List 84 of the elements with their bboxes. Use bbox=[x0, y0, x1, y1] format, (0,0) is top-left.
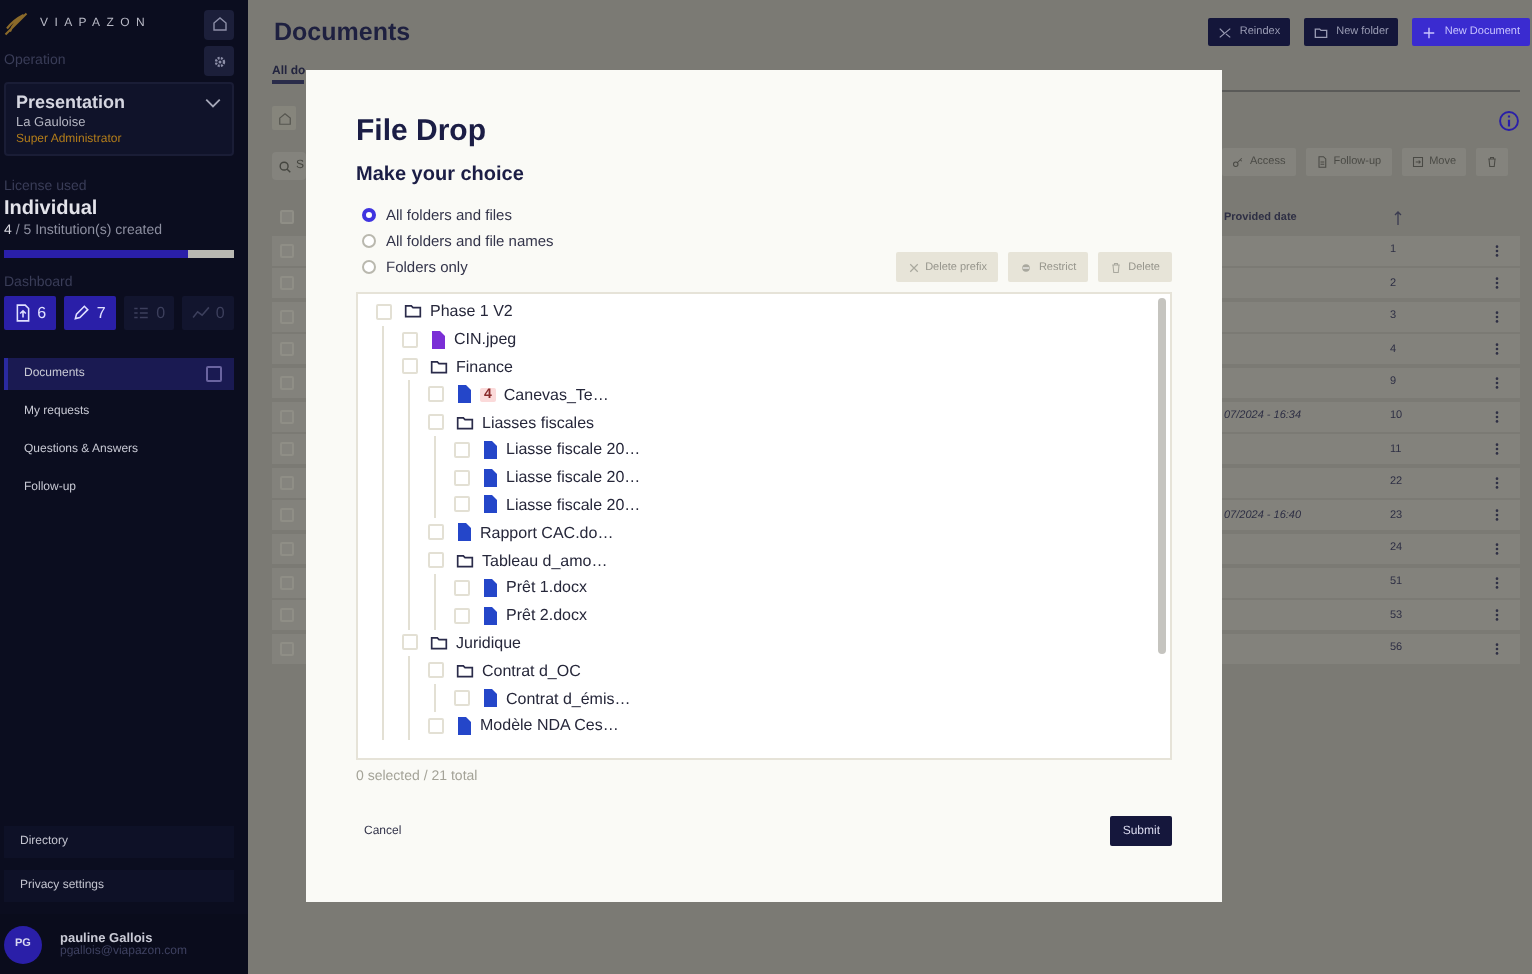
key-icon bbox=[1232, 156, 1244, 168]
folder-icon bbox=[456, 551, 474, 570]
license-plan: Individual bbox=[4, 198, 100, 220]
close-icon bbox=[907, 261, 920, 273]
dashboard-tile[interactable]: 6 bbox=[4, 296, 56, 330]
more-icon bbox=[1490, 276, 1504, 291]
dialog-subtitle: Make your choice bbox=[356, 164, 526, 186]
tree-checkbox[interactable] bbox=[402, 358, 418, 375]
list-icon bbox=[132, 304, 151, 322]
more-icon bbox=[1490, 375, 1504, 390]
page-title: Documents bbox=[274, 18, 413, 46]
tree-checkbox[interactable] bbox=[428, 552, 444, 569]
tree-checkbox[interactable] bbox=[402, 331, 418, 348]
file-name[interactable]: Liasse fiscale 20… bbox=[506, 468, 641, 487]
tree-checkbox[interactable] bbox=[428, 717, 444, 734]
tree-checkbox[interactable] bbox=[454, 496, 470, 513]
search-icon bbox=[278, 159, 292, 173]
reindex-icon bbox=[1217, 25, 1232, 39]
tree-checkbox[interactable] bbox=[428, 386, 444, 403]
folder-icon bbox=[430, 357, 448, 376]
folder-name[interactable]: Tableau d_amo… bbox=[482, 551, 608, 570]
file-name[interactable]: Contrat d_émis… bbox=[506, 689, 631, 708]
trash-icon bbox=[1110, 261, 1123, 273]
tree-checkbox[interactable] bbox=[454, 469, 470, 486]
folder-name[interactable]: Juridique bbox=[456, 633, 521, 652]
file-name[interactable]: Prêt 2.docx bbox=[506, 606, 587, 625]
more-icon bbox=[1490, 508, 1504, 523]
trash-icon bbox=[1486, 156, 1499, 168]
pencil-icon bbox=[72, 304, 91, 322]
more-icon bbox=[1490, 608, 1504, 623]
folder-name[interactable]: Contrat d_OC bbox=[482, 661, 581, 680]
document-icon bbox=[1315, 156, 1328, 168]
folder-name[interactable]: Phase 1 V2 bbox=[430, 302, 513, 321]
breadcrumb-home[interactable] bbox=[272, 106, 296, 130]
folder-name[interactable]: Liasses fiscales bbox=[482, 413, 595, 432]
tree-checkbox[interactable] bbox=[454, 579, 470, 596]
scrollbar[interactable] bbox=[1158, 298, 1166, 654]
settings-icon bbox=[211, 53, 227, 69]
folder-icon bbox=[404, 302, 422, 321]
more-icon bbox=[1490, 641, 1504, 656]
file-name[interactable]: Liasse fiscale 20… bbox=[506, 440, 641, 459]
folder-icon bbox=[456, 413, 474, 432]
more-icon bbox=[1490, 541, 1504, 556]
tree-checkbox[interactable] bbox=[428, 414, 444, 431]
info-icon bbox=[1498, 110, 1520, 132]
file-name[interactable]: Canevas_Te… bbox=[503, 385, 609, 404]
trash-button[interactable] bbox=[1476, 148, 1509, 176]
upload-file-icon bbox=[13, 304, 32, 322]
workspace-name: Presentation bbox=[16, 92, 126, 112]
badge-icon bbox=[206, 366, 222, 382]
folder-name[interactable]: Finance bbox=[456, 357, 513, 376]
dialog-title: File Drop bbox=[356, 114, 489, 148]
tree-checkbox[interactable] bbox=[402, 634, 418, 651]
more-icon bbox=[1490, 442, 1504, 457]
move-icon bbox=[1411, 156, 1424, 168]
file-name[interactable]: Liasse fiscale 20… bbox=[506, 495, 641, 514]
dashboard-tile[interactable]: 7 bbox=[63, 296, 115, 330]
more-icon bbox=[1490, 475, 1504, 490]
file-name[interactable]: Prêt 1.docx bbox=[506, 578, 587, 597]
tree-checkbox[interactable] bbox=[376, 303, 392, 320]
more-icon bbox=[1490, 575, 1504, 590]
home-icon bbox=[277, 111, 291, 125]
more-icon bbox=[1490, 409, 1504, 424]
logo-icon bbox=[4, 12, 28, 36]
restrict-icon bbox=[1020, 261, 1033, 273]
home-icon bbox=[211, 16, 227, 32]
more-icon bbox=[1490, 342, 1504, 357]
chevron-icon bbox=[204, 93, 222, 111]
tree-checkbox[interactable] bbox=[428, 524, 444, 541]
tree-checkbox[interactable] bbox=[428, 662, 444, 679]
more-icon bbox=[1490, 309, 1504, 324]
folder-icon bbox=[1314, 25, 1329, 39]
tree-checkbox[interactable] bbox=[454, 441, 470, 458]
more-icon bbox=[1490, 243, 1504, 258]
tree-checkbox[interactable] bbox=[454, 690, 470, 707]
settings-button[interactable] bbox=[204, 46, 234, 76]
file-name[interactable]: CIN.jpeg bbox=[454, 330, 517, 349]
file-name[interactable]: Modèle NDA Ces… bbox=[480, 716, 619, 735]
plus-icon bbox=[1422, 25, 1437, 39]
chart-icon bbox=[191, 304, 210, 322]
sort-arrow-icon bbox=[1390, 209, 1406, 225]
tree-checkbox[interactable] bbox=[454, 607, 470, 624]
file-name[interactable]: Rapport CAC.do… bbox=[480, 523, 614, 542]
home-button[interactable] bbox=[204, 9, 234, 39]
